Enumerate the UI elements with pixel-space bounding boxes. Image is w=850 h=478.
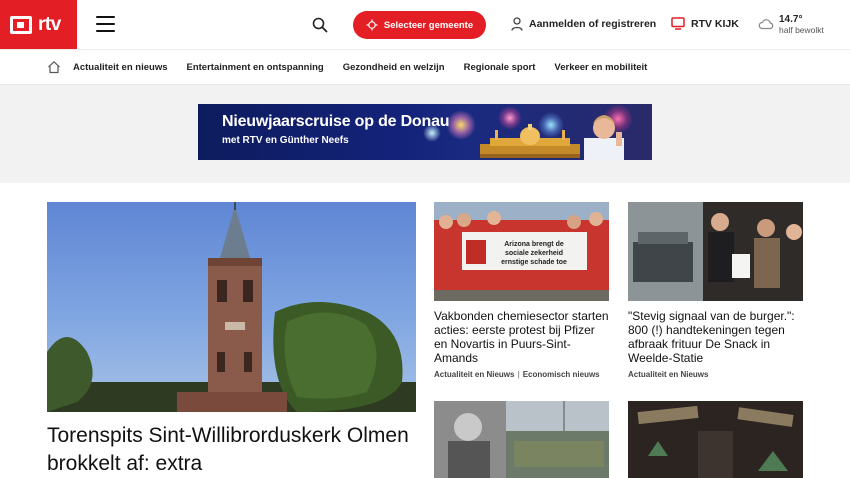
login-link[interactable]: Aanmelden of registreren	[511, 17, 656, 31]
nav-item-regionale-sport[interactable]: Regionale sport	[464, 62, 536, 73]
site-header: rtv Selecteer gemeente Aanmelden of regi…	[0, 0, 850, 50]
article-card-tags: Actualiteit en Nieuws | Economisch nieuws	[434, 370, 600, 379]
presenter-photo	[584, 115, 624, 160]
article-card-tags: Actualiteit en Nieuws	[628, 370, 708, 379]
parliament-illustration	[480, 124, 580, 158]
article-card-title[interactable]: "Stevig signaal van de burger.": 800 (!)…	[628, 309, 803, 365]
home-icon[interactable]	[47, 60, 61, 74]
sign-line-3: ernstige schade toe	[501, 259, 567, 266]
rtv-logo[interactable]: rtv	[0, 0, 77, 49]
nav-item-actualiteit[interactable]: Actualiteit en nieuws	[73, 62, 168, 73]
category-nav: Actualiteit en nieuws Entertainment en o…	[0, 50, 850, 85]
cloud-icon	[758, 19, 774, 30]
weather-description: half bewolkt	[779, 25, 824, 35]
hamburger-icon[interactable]	[96, 16, 115, 32]
nav-item-gezondheid[interactable]: Gezondheid en welzijn	[343, 62, 445, 73]
select-municipality-button[interactable]: Selecteer gemeente	[353, 11, 486, 39]
tag-actualiteit[interactable]: Actualiteit en Nieuws	[628, 370, 708, 379]
interior-photo	[628, 401, 803, 478]
rtv-kijk-link[interactable]: RTV KIJK	[671, 17, 739, 30]
logo-text: rtv	[38, 13, 61, 35]
signatures-photo	[628, 202, 803, 301]
cruise-banner-ad[interactable]: Nieuwjaarscruise op de Donau met RTV en …	[198, 104, 652, 160]
select-municipality-label: Selecteer gemeente	[383, 19, 474, 31]
logo-icon	[10, 15, 32, 34]
banner-subtitle: met RTV en Günther Neefs	[222, 135, 349, 146]
tv-icon	[671, 17, 685, 30]
nav-item-entertainment[interactable]: Entertainment en ontspanning	[187, 62, 324, 73]
article-card-image[interactable]	[628, 202, 803, 301]
search-icon[interactable]	[312, 17, 328, 33]
protest-photo: Arizona brengt de sociale zekerheid erns…	[434, 202, 609, 301]
history-photo	[434, 401, 609, 478]
main-article-title[interactable]: Torenspits Sint-Willibrorduskerk Olmen b…	[47, 422, 417, 478]
rtv-kijk-label: RTV KIJK	[691, 17, 739, 30]
church-photo	[47, 202, 416, 412]
weather-widget[interactable]: 14.7° half bewolkt	[758, 15, 824, 35]
article-card-title[interactable]: Vakbonden chemiesector starten acties: e…	[434, 309, 610, 365]
nav-item-verkeer[interactable]: Verkeer en mobiliteit	[554, 62, 647, 73]
login-label: Aanmelden of registreren	[529, 18, 657, 30]
article-card-image[interactable]: Arizona brengt de sociale zekerheid erns…	[434, 202, 609, 301]
tag-economisch-nieuws[interactable]: Economisch nieuws	[523, 370, 600, 379]
article-card-image[interactable]	[628, 401, 803, 478]
article-card-image[interactable]	[434, 401, 609, 478]
main-article-image[interactable]	[47, 202, 416, 412]
tag-actualiteit[interactable]: Actualiteit en Nieuws	[434, 370, 514, 379]
user-icon	[511, 17, 523, 31]
sign-line-2: sociale zekerheid	[505, 250, 563, 257]
banner-title: Nieuwjaarscruise op de Donau	[222, 113, 450, 130]
weather-temperature: 14.7°	[779, 14, 803, 25]
sign-line-1: Arizona brengt de	[504, 241, 564, 248]
location-icon	[366, 19, 378, 31]
